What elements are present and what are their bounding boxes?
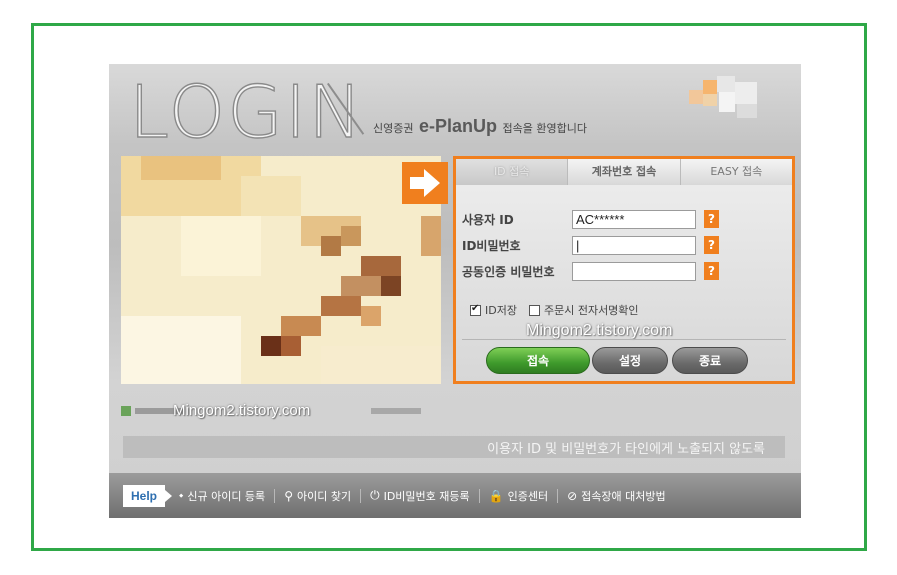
user-id-help-icon[interactable]: ?	[704, 210, 719, 228]
exit-button[interactable]: 종료	[672, 347, 748, 374]
troubleshoot-link[interactable]: ⊘ 접속장애 대처방법	[567, 488, 666, 504]
lock-icon: 🔒	[488, 488, 504, 503]
welcome-suffix: 접속을 환영합니다	[502, 122, 587, 135]
login-window: LOGIN 신영증권 e-PlanUp 접속을 환영합니다 Mingom2.ti…	[109, 64, 801, 518]
tab-id-login[interactable]: ID 접속	[456, 159, 569, 185]
watermark-panel: Mingom2.tistory.com	[526, 322, 673, 339]
sign-confirm-label: 주문시 전자서명확인	[543, 304, 639, 317]
tab-easy-login[interactable]: EASY 접속	[680, 159, 792, 185]
help-badge: Help	[123, 484, 173, 507]
settings-button[interactable]: 설정	[592, 347, 668, 374]
arrow-right-icon	[402, 162, 448, 204]
reset-password-label: ID비밀번호 재등록	[383, 489, 470, 503]
brand-name: e-PlanUp	[418, 116, 497, 136]
password-row: ID비밀번호 | ?	[462, 234, 719, 256]
user-id-label: 사용자 ID	[462, 212, 514, 227]
power-icon: ⏻	[370, 488, 380, 502]
cert-password-input[interactable]	[572, 261, 696, 281]
watermark-left: Mingom2.tistory.com	[173, 402, 311, 419]
footer-divider	[478, 488, 480, 503]
password-input[interactable]: |	[572, 235, 696, 255]
user-id-row: 사용자 ID AC****** ?	[462, 208, 719, 230]
footer-divider	[274, 488, 276, 503]
new-id-label: 신규 아이디 등록	[187, 489, 266, 503]
check-icon: ⊘	[567, 488, 578, 503]
corner-logo-mosaic	[689, 76, 769, 126]
info-icon: ⬩	[179, 488, 184, 502]
password-help-icon[interactable]: ?	[704, 236, 719, 254]
connect-button[interactable]: 접속	[486, 347, 590, 374]
divider	[462, 339, 786, 340]
footer-bar: Help ⬩ 신규 아이디 등록 ⚲ 아이디 찾기 ⏻ ID비밀번호 재등록 🔒…	[109, 473, 801, 518]
pixelated-photo	[121, 156, 441, 384]
notice-bar: 이용자 ID 및 비밀번호가 타인에게 노출되지 않도록	[123, 436, 785, 458]
cert-password-label: 공동인증 비밀번호	[462, 264, 555, 279]
troubleshoot-label: 접속장애 대처방법	[581, 489, 666, 503]
security-notice: 이용자 ID 및 비밀번호가 타인에게 노출되지 않도록	[487, 442, 765, 457]
sign-confirm-checkbox[interactable]	[528, 304, 540, 316]
cert-center-label: 인증센터	[507, 489, 549, 503]
footer-divider	[557, 488, 559, 503]
user-id-input[interactable]: AC******	[572, 209, 696, 229]
save-id-checkbox[interactable]	[470, 303, 481, 316]
footer-divider	[360, 488, 362, 503]
login-panel: ID 접속 계좌번호 접속 EASY 접속 사용자 ID AC****** ? …	[453, 156, 795, 384]
save-id-label: ID저장	[485, 304, 517, 317]
welcome-text: 신영증권 e-PlanUp 접속을 환영합니다	[373, 116, 587, 137]
search-icon: ⚲	[284, 488, 293, 503]
cert-password-row: 공동인증 비밀번호 ?	[462, 260, 719, 282]
find-id-link[interactable]: ⚲ 아이디 찾기	[284, 488, 351, 504]
find-id-label: 아이디 찾기	[296, 489, 352, 503]
cert-center-link[interactable]: 🔒 인증센터	[489, 488, 548, 504]
new-id-link[interactable]: ⬩ 신규 아이디 등록	[179, 488, 265, 504]
password-label: ID비밀번호	[462, 238, 521, 253]
tab-account-login[interactable]: 계좌번호 접속	[568, 159, 681, 185]
reset-password-link[interactable]: ⏻ ID비밀번호 재등록	[370, 488, 470, 504]
company-name: 신영증권	[373, 122, 414, 135]
login-tabs: ID 접속 계좌번호 접속 EASY 접속	[456, 159, 792, 185]
cert-password-help-icon[interactable]: ?	[704, 262, 719, 280]
options-row: ID저장 주문시 전자서명확인	[470, 302, 639, 318]
